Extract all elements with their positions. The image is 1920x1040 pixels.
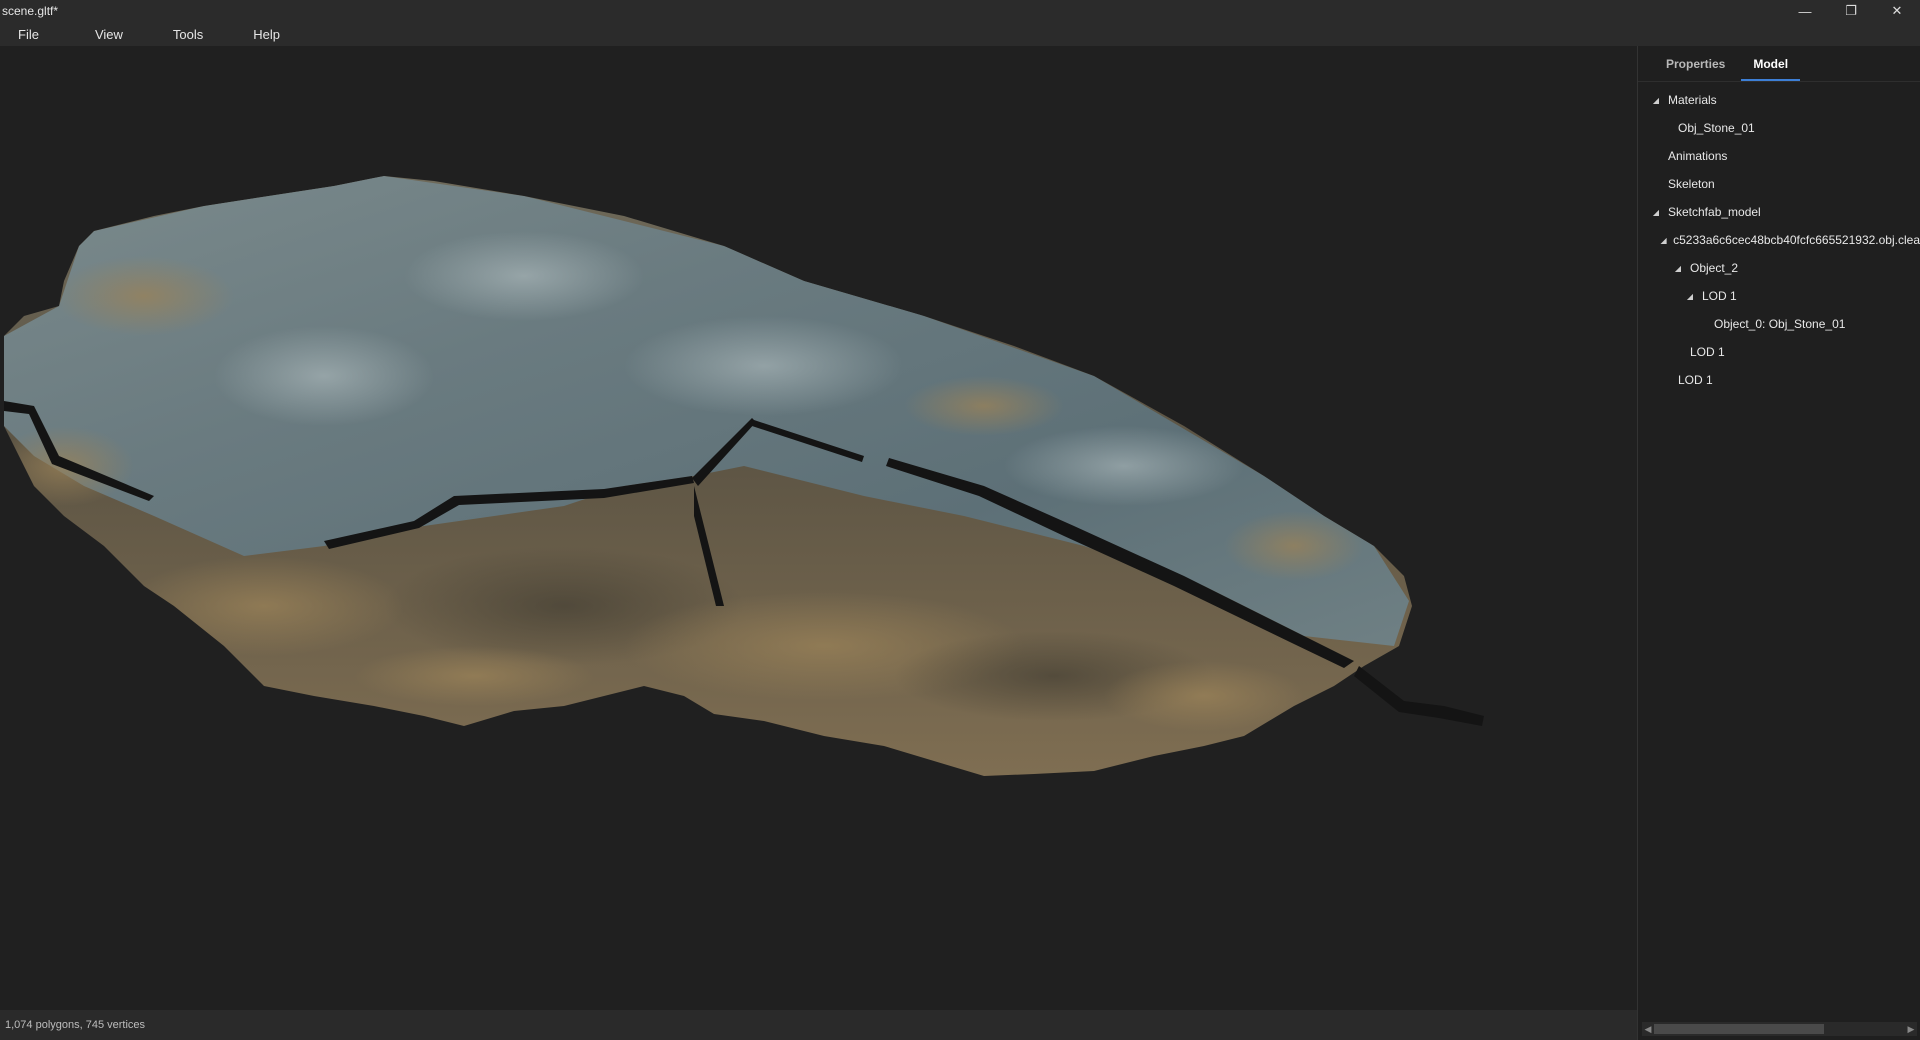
menu-view[interactable]: View (87, 27, 131, 42)
expand-caret-icon[interactable]: ◢ (1672, 264, 1684, 273)
right-panel: Properties Model ◢ Materials Obj_Stone_0… (1637, 46, 1920, 1040)
tree-item-object-0[interactable]: Object_0: Obj_Stone_01 (1638, 310, 1920, 338)
model-tree: ◢ Materials Obj_Stone_01 Animations Skel… (1638, 82, 1920, 394)
scroll-right-icon[interactable]: ▶ (1905, 1024, 1917, 1035)
model-stats: 1,074 polygons, 745 vertices (5, 1019, 146, 1031)
restore-button[interactable]: ❐ (1828, 0, 1874, 22)
expand-caret-icon[interactable]: ◢ (1660, 236, 1667, 245)
tree-item-label: Object_2 (1690, 261, 1739, 275)
scrollbar-thumb[interactable] (1654, 1024, 1824, 1034)
window-controls: — ❐ ✕ (1782, 0, 1920, 22)
tree-item-lod-1[interactable]: LOD 1 (1638, 366, 1920, 394)
stone-model-render[interactable] (4, 46, 1636, 1010)
expand-caret-icon[interactable]: ◢ (1650, 96, 1662, 105)
panel-tabs: Properties Model (1638, 46, 1920, 82)
menu-bar: File View Tools Help (0, 22, 1920, 46)
3d-viewport[interactable] (4, 46, 1636, 1010)
menu-file[interactable]: File (10, 27, 47, 42)
scroll-left-icon[interactable]: ◀ (1642, 1024, 1654, 1035)
tree-item-label: LOD 1 (1702, 289, 1737, 303)
tree-item-label: Animations (1668, 149, 1728, 163)
tree-item-label: Sketchfab_model (1668, 205, 1761, 219)
tab-model[interactable]: Model (1739, 57, 1802, 81)
status-bar: 1,074 polygons, 745 vertices (0, 1010, 1637, 1040)
tree-item-lod-1[interactable]: ◢ LOD 1 (1638, 282, 1920, 310)
close-button[interactable]: ✕ (1874, 0, 1920, 22)
scrollbar-track[interactable] (1654, 1024, 1905, 1034)
tree-item-sketchfab-model[interactable]: ◢ Sketchfab_model (1638, 198, 1920, 226)
window-title: scene.gltf* (2, 4, 59, 18)
tree-item-object-2[interactable]: ◢ Object_2 (1638, 254, 1920, 282)
tab-properties[interactable]: Properties (1652, 57, 1739, 81)
menu-tools[interactable]: Tools (165, 27, 211, 42)
tree-item-lod-1[interactable]: LOD 1 (1638, 338, 1920, 366)
tree-item-label: Skeleton (1668, 177, 1715, 191)
tree-item-animations[interactable]: Animations (1638, 142, 1920, 170)
app-window: scene.gltf* — ❐ ✕ File View Tools Help P… (0, 0, 1920, 1040)
tree-item-obj-stone-01[interactable]: Obj_Stone_01 (1638, 114, 1920, 142)
tree-item-label: Obj_Stone_01 (1678, 121, 1755, 135)
horizontal-scrollbar[interactable]: ◀ ▶ (1642, 1022, 1917, 1036)
tree-item-materials[interactable]: ◢ Materials (1638, 86, 1920, 114)
expand-caret-icon[interactable]: ◢ (1650, 208, 1662, 217)
title-bar: scene.gltf* — ❐ ✕ (0, 0, 1920, 22)
tree-item-label: Materials (1668, 93, 1717, 107)
tree-item-skeleton[interactable]: Skeleton (1638, 170, 1920, 198)
tree-item-label: LOD 1 (1678, 373, 1713, 387)
expand-caret-icon[interactable]: ◢ (1684, 292, 1696, 301)
minimize-button[interactable]: — (1782, 0, 1828, 22)
tree-item-label: LOD 1 (1690, 345, 1725, 359)
stone-mesh (4, 176, 1484, 776)
tree-item-obj-node[interactable]: ◢ c5233a6c6cec48bcb40fcfc665521932.obj.c… (1638, 226, 1920, 254)
tree-item-label: c5233a6c6cec48bcb40fcfc665521932.obj.cle… (1673, 233, 1920, 247)
menu-help[interactable]: Help (245, 27, 288, 42)
tree-item-label: Object_0: Obj_Stone_01 (1714, 317, 1846, 331)
